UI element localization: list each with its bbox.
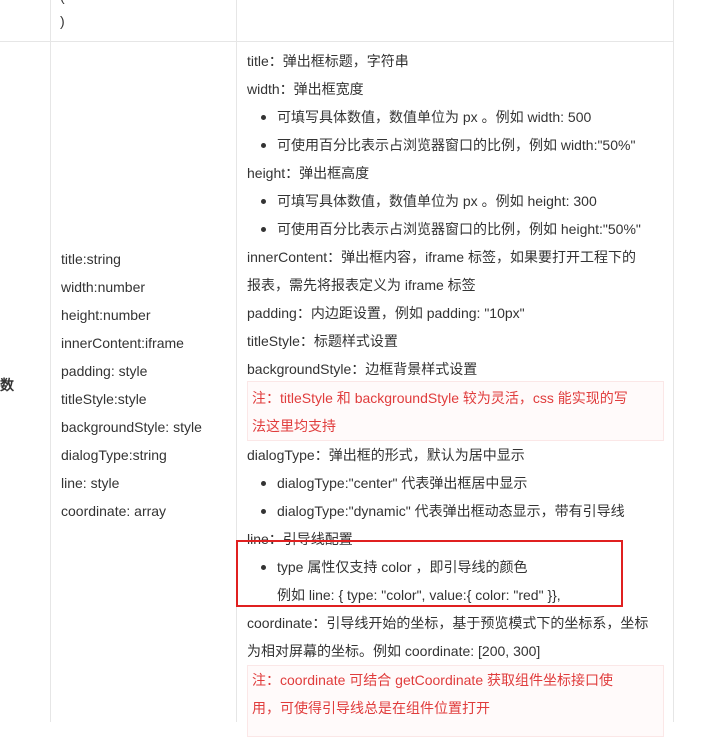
bullet-dot-icon: [261, 227, 266, 232]
desc-width: width：弹出框宽度: [247, 81, 364, 97]
desc-coordinate: coordinate：引导线开始的坐标，基于预览模式下的坐标系，坐标: [247, 615, 649, 631]
desc-height: height：弹出框高度: [247, 165, 370, 181]
desc-padding: padding：内边距设置，例如 padding: "10px": [247, 305, 525, 321]
desc-dialog-type: dialogType：弹出框的形式，默认为居中显示: [247, 447, 525, 463]
bullet-dot-icon: [261, 481, 266, 486]
bullet-dot-icon: [261, 199, 266, 204]
column-divider-1: [50, 0, 51, 722]
note-text: 注：titleStyle 和 backgroundStyle 较为灵活，css …: [252, 390, 628, 406]
prev-row-closing: ): [60, 13, 65, 29]
param-item: title:string: [61, 251, 121, 267]
bullet-dot-icon: [261, 143, 266, 148]
note-box-style: 注：titleStyle 和 backgroundStyle 较为灵活，css …: [247, 381, 664, 441]
note-box-coordinate: 注：coordinate 可结合 getCoordinate 获取组件坐标接口使…: [247, 665, 664, 737]
highlight-box: [236, 540, 623, 607]
desc-coordinate-cont: 为相对屏幕的坐标。例如 coordinate: [200, 300]: [247, 643, 541, 659]
row-divider: [0, 41, 673, 42]
param-item: innerContent:iframe: [61, 335, 184, 351]
desc-dialog-bullet: dialogType:"center" 代表弹出框居中显示: [277, 475, 528, 491]
note-text-cont: 法这里均支持: [252, 418, 336, 434]
desc-inner-content: innerContent：弹出框内容，iframe 标签，如果要打开工程下的: [247, 249, 636, 265]
param-item: dialogType:string: [61, 447, 167, 463]
desc-height-bullet: 可使用百分比表示占浏览器窗口的比例，例如 height:"50%": [277, 221, 641, 237]
param-item: line: style: [61, 475, 120, 491]
desc-width-bullet: 可填写具体数值，数值单位为 px 。例如 width: 500: [277, 109, 592, 125]
param-item: coordinate: array: [61, 503, 167, 519]
bullet-dot-icon: [261, 115, 266, 120]
row-label: 数: [0, 377, 14, 393]
param-item: backgroundStyle: style: [61, 419, 202, 435]
param-item: height:number: [61, 307, 151, 323]
desc-title-style: titleStyle：标题样式设置: [247, 333, 398, 349]
desc-title: title：弹出框标题，字符串: [247, 53, 409, 69]
column-divider-2: [236, 0, 237, 722]
desc-width-bullet: 可使用百分比表示占浏览器窗口的比例，例如 width:"50%": [277, 137, 636, 153]
note-text-cont: 用，可使得引导线总是在组件位置打开: [252, 700, 490, 716]
bullet-dot-icon: [261, 509, 266, 514]
prev-row-open-paren: (: [60, 0, 65, 6]
desc-height-bullet: 可填写具体数值，数值单位为 px 。例如 height: 300: [277, 193, 597, 209]
column-divider-3: [673, 0, 674, 722]
param-item: padding: style: [61, 363, 148, 379]
note-text: 注：coordinate 可结合 getCoordinate 获取组件坐标接口使: [252, 672, 613, 688]
desc-dialog-bullet: dialogType:"dynamic" 代表弹出框动态显示，带有引导线: [277, 503, 625, 519]
param-item: titleStyle:style: [61, 391, 147, 407]
param-item: width:number: [61, 279, 146, 295]
desc-background-style: backgroundStyle：边框背景样式设置: [247, 361, 478, 377]
desc-inner-content-cont: 报表，需先将报表定义为 iframe 标签: [247, 277, 476, 293]
